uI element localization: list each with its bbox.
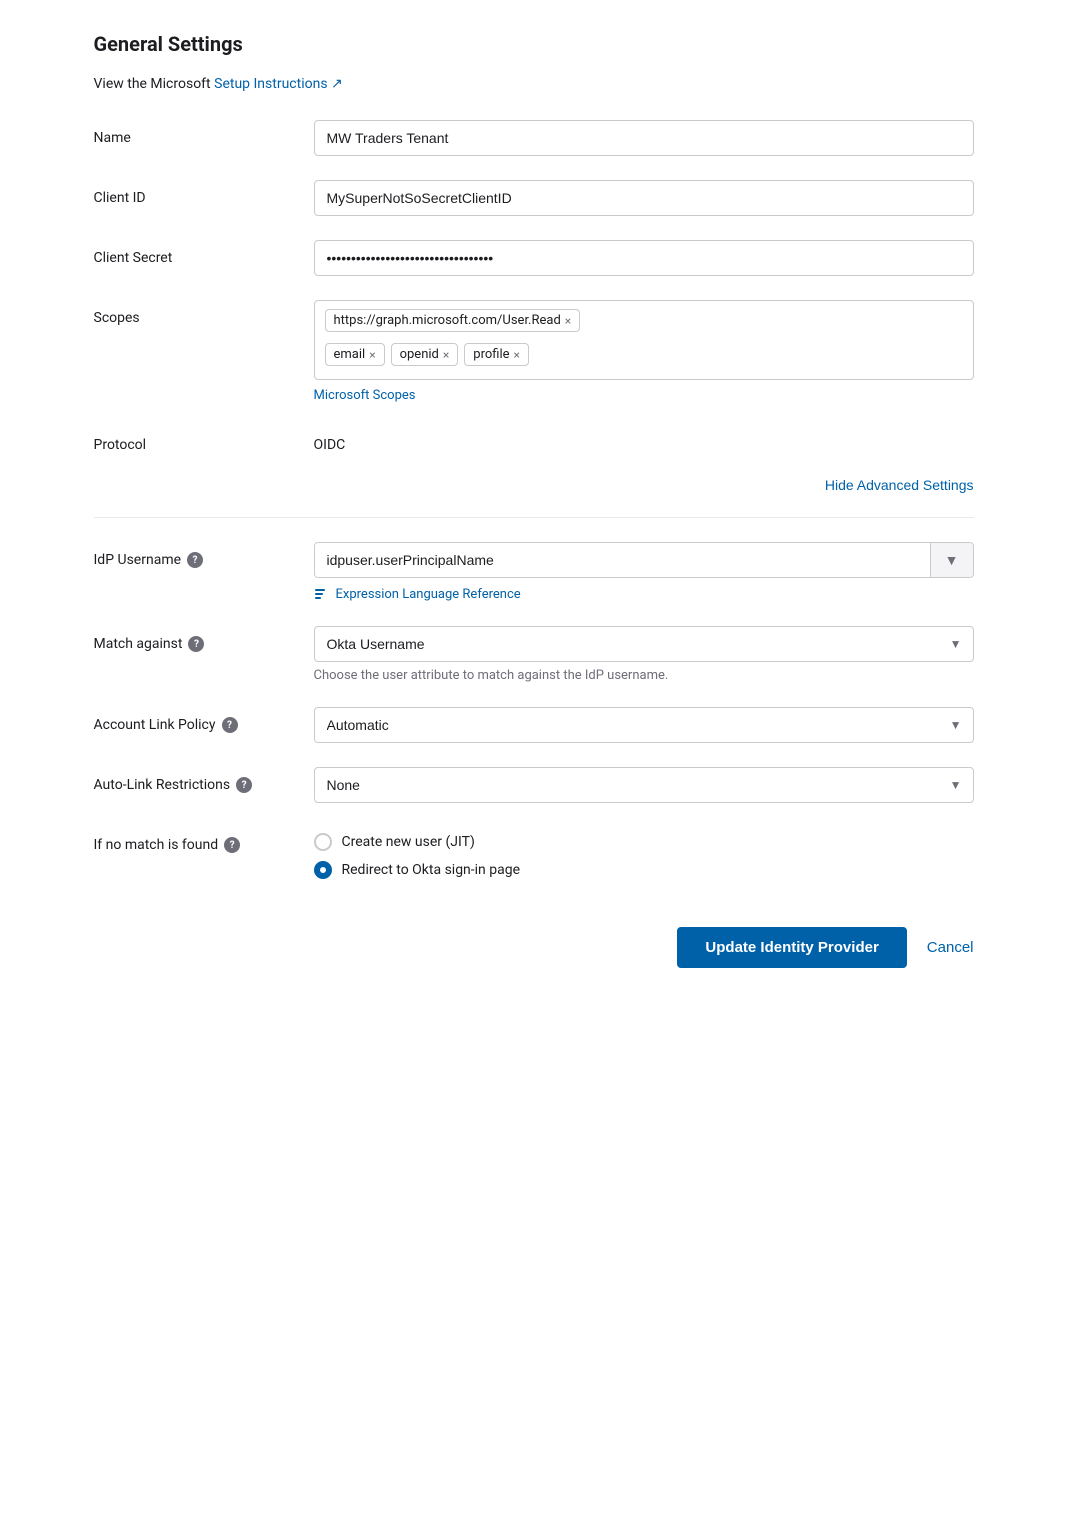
remove-email-btn[interactable]: ×: [369, 349, 375, 361]
client-secret-label: Client Secret: [94, 240, 314, 266]
protocol-field-row: Protocol OIDC: [94, 427, 974, 453]
divider: [94, 517, 974, 518]
auto-link-restrictions-select-wrap: None Any Group ▼: [314, 767, 974, 803]
match-against-help-icon[interactable]: ?: [188, 636, 204, 652]
client-secret-input[interactable]: [314, 240, 974, 276]
no-match-field-row: If no match is found ? Create new user (…: [94, 827, 974, 879]
auto-link-restrictions-control-wrap: None Any Group ▼: [314, 767, 974, 803]
setup-instructions-row: View the Microsoft Setup Instructions ↗: [94, 76, 974, 92]
auto-link-restrictions-field-row: Auto-Link Restrictions ? None Any Group …: [94, 767, 974, 803]
name-input[interactable]: [314, 120, 974, 156]
radio-circle-redirect: [314, 861, 332, 879]
radio-circle-jit: [314, 833, 332, 851]
client-id-control-wrap: [314, 180, 974, 216]
account-link-policy-select[interactable]: Automatic Disabled: [314, 707, 974, 743]
idp-username-input[interactable]: [315, 543, 930, 577]
expression-link-text: Expression Language Reference: [336, 587, 521, 602]
client-id-label: Client ID: [94, 180, 314, 206]
scopes-label: Scopes: [94, 300, 314, 326]
client-id-field-row: Client ID: [94, 180, 974, 216]
match-against-control-wrap: Okta Username Okta Email Custom ▼ Choose…: [314, 626, 974, 683]
account-link-policy-label: Account Link Policy ?: [94, 707, 314, 733]
no-match-label: If no match is found ?: [94, 827, 314, 853]
client-secret-control-wrap: [314, 240, 974, 276]
setup-prefix: View the Microsoft: [94, 76, 211, 92]
account-link-policy-help-icon[interactable]: ?: [222, 717, 238, 733]
name-field-row: Name: [94, 120, 974, 156]
match-against-help-text: Choose the user attribute to match again…: [314, 668, 974, 683]
no-match-option-redirect[interactable]: Redirect to Okta sign-in page: [314, 861, 974, 879]
auto-link-restrictions-help-icon[interactable]: ?: [236, 777, 252, 793]
account-link-policy-select-wrap: Automatic Disabled ▼: [314, 707, 974, 743]
match-against-field-row: Match against ? Okta Username Okta Email…: [94, 626, 974, 683]
expression-icon: [314, 586, 330, 602]
scope-tag-email: email ×: [325, 343, 385, 366]
idp-username-help-icon[interactable]: ?: [187, 552, 203, 568]
name-label: Name: [94, 120, 314, 146]
expression-language-link[interactable]: Expression Language Reference: [314, 586, 974, 602]
protocol-value: OIDC: [314, 427, 974, 453]
hide-advanced-row: Hide Advanced Settings: [94, 477, 974, 493]
account-link-policy-control-wrap: Automatic Disabled ▼: [314, 707, 974, 743]
page-title: General Settings: [94, 32, 974, 56]
idp-username-control-wrap: ▼ Expression Language Reference: [314, 542, 974, 602]
scopes-control-wrap: https://graph.microsoft.com/User.Read × …: [314, 300, 974, 403]
remove-openid-btn[interactable]: ×: [443, 349, 449, 361]
idp-username-field-row: IdP Username ? ▼ Expression Language Ref…: [94, 542, 974, 602]
idp-username-input-group: ▼: [314, 542, 974, 578]
client-secret-field-row: Client Secret: [94, 240, 974, 276]
no-match-help-icon[interactable]: ?: [224, 837, 240, 853]
account-link-policy-field-row: Account Link Policy ? Automatic Disabled…: [94, 707, 974, 743]
idp-username-label: IdP Username ?: [94, 542, 314, 568]
scope-tag-profile: profile ×: [464, 343, 529, 366]
remove-profile-btn[interactable]: ×: [514, 349, 520, 361]
page-container: General Settings View the Microsoft Setu…: [54, 0, 1014, 1028]
footer-row: Update Identity Provider Cancel: [94, 927, 974, 968]
remove-ms-graph-btn[interactable]: ×: [565, 315, 571, 327]
scopes-field-row: Scopes https://graph.microsoft.com/User.…: [94, 300, 974, 403]
match-against-label: Match against ?: [94, 626, 314, 652]
scope-tag-ms-graph: https://graph.microsoft.com/User.Read ×: [325, 309, 581, 332]
auto-link-restrictions-select[interactable]: None Any Group: [314, 767, 974, 803]
update-identity-provider-button[interactable]: Update Identity Provider: [677, 927, 906, 968]
no-match-radio-group: Create new user (JIT) Redirect to Okta s…: [314, 827, 974, 879]
client-id-input[interactable]: [314, 180, 974, 216]
match-against-select[interactable]: Okta Username Okta Email Custom: [314, 626, 974, 662]
external-link-icon: ↗: [331, 76, 343, 92]
auto-link-restrictions-label: Auto-Link Restrictions ?: [94, 767, 314, 793]
microsoft-scopes-link[interactable]: Microsoft Scopes: [314, 388, 974, 403]
no-match-option-jit[interactable]: Create new user (JIT): [314, 833, 974, 851]
protocol-control-wrap: OIDC: [314, 427, 974, 453]
setup-instructions-link[interactable]: Setup Instructions ↗: [214, 76, 343, 92]
no-match-control-wrap: Create new user (JIT) Redirect to Okta s…: [314, 827, 974, 879]
cancel-button[interactable]: Cancel: [927, 927, 974, 968]
name-control-wrap: [314, 120, 974, 156]
match-against-select-wrap: Okta Username Okta Email Custom ▼: [314, 626, 974, 662]
idp-username-dropdown-button[interactable]: ▼: [930, 543, 973, 577]
hide-advanced-button[interactable]: Hide Advanced Settings: [825, 477, 974, 493]
protocol-label: Protocol: [94, 427, 314, 453]
scope-tag-openid: openid ×: [391, 343, 459, 366]
scopes-top-row: https://graph.microsoft.com/User.Read ×: [325, 309, 963, 332]
scopes-box[interactable]: https://graph.microsoft.com/User.Read × …: [314, 300, 974, 380]
